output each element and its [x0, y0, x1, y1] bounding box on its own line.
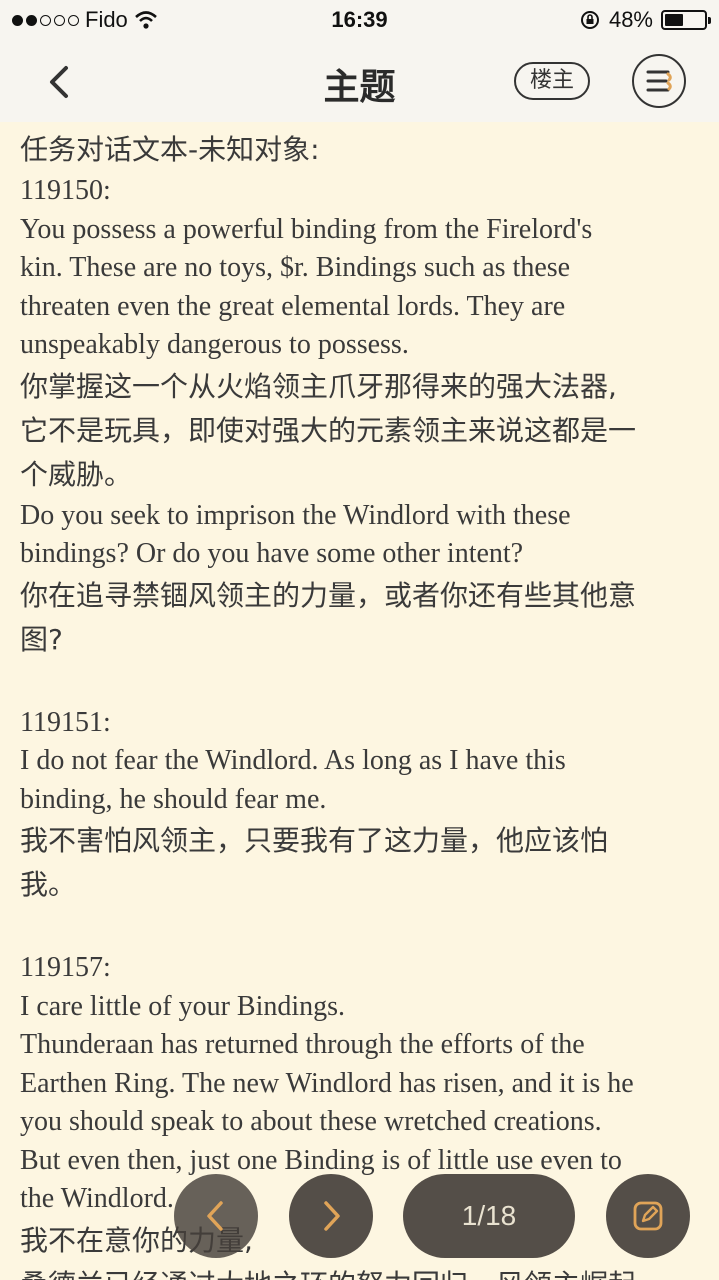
content-line-english: 119151: — [20, 706, 111, 738]
content-line-chinese: 桑德兰已经通过大地之环的努力回归，风领主崛起 — [20, 1263, 710, 1280]
menu-button[interactable] — [632, 54, 686, 108]
page-indicator-button[interactable]: 1/18 — [403, 1174, 575, 1258]
content-line-chinese: 我。 — [20, 868, 77, 901]
edit-icon — [633, 1201, 663, 1231]
menu-icon — [646, 70, 672, 92]
content-line-chinese: 你掌握这一个从火焰领主爪牙那得来的强大法器, — [20, 369, 617, 403]
status-right: 48% — [579, 7, 711, 33]
content-line-chinese: 你在追寻禁锢风领主的力量，或者你还有些其他意 — [20, 578, 637, 612]
content-line-english: threaten even the great elemental lords.… — [20, 290, 566, 322]
rotation-lock-icon — [580, 11, 599, 29]
author-only-button[interactable]: 楼主 — [514, 62, 590, 100]
content-line-english: 119157: — [20, 952, 111, 983]
content-line-chinese: 它不是玩具，即使对强大的元素领主来说这都是一 — [20, 413, 637, 447]
content-line-english: Thunderaan has returned through the effo… — [20, 1029, 585, 1060]
content-line-english: I care little of your Bindings. — [20, 990, 346, 1022]
chevron-left-icon — [207, 1201, 223, 1231]
content-line-chinese: 图? — [20, 622, 63, 656]
content-line-english: bindings? Or do you have some other inte… — [20, 538, 524, 569]
content-line-english: I do not fear the Windlord. As long as I… — [20, 745, 566, 776]
page-title: 主题 — [323, 67, 396, 108]
content-line-english: Earthen Ring. The new Windlord has risen… — [20, 1067, 634, 1099]
nav-bar: 主题 楼主 — [0, 40, 719, 122]
content-line-chinese: 个威胁。 — [20, 457, 133, 491]
prev-page-button[interactable] — [174, 1174, 258, 1258]
post-content: 任务对话文本-未知对象: 119150: You possess a powerfu… — [20, 128, 710, 1280]
content-line-english: 119150: — [20, 175, 111, 206]
content-line-english: binding, he should fear me. — [20, 783, 327, 815]
content-line-chinese: 我不害怕风领主，只要我有了这力量，他应该怕 — [20, 824, 609, 857]
content-line-english: Do you seek to imprison the Windlord wit… — [20, 499, 571, 531]
content-line-english: kin. These are no toys, $r. Bindings suc… — [20, 252, 571, 283]
chevron-right-icon — [324, 1201, 340, 1231]
content-line-english: But even then, just one Binding is of li… — [20, 1144, 622, 1176]
next-page-button[interactable] — [289, 1174, 373, 1258]
content-line-english: You possess a powerful binding from the … — [20, 213, 593, 245]
content-line-chinese: 任务对话文本-未知对象: — [20, 133, 320, 166]
content-line-english: unspeakably dangerous to possess. — [20, 329, 409, 360]
content-line-english: you should speak to about these wretched… — [20, 1106, 602, 1137]
status-bar: Fido 16:39 48% — [0, 0, 719, 40]
battery-icon — [661, 10, 711, 30]
battery-percent: 48% — [608, 7, 653, 32]
edit-reply-button[interactable] — [606, 1174, 690, 1258]
